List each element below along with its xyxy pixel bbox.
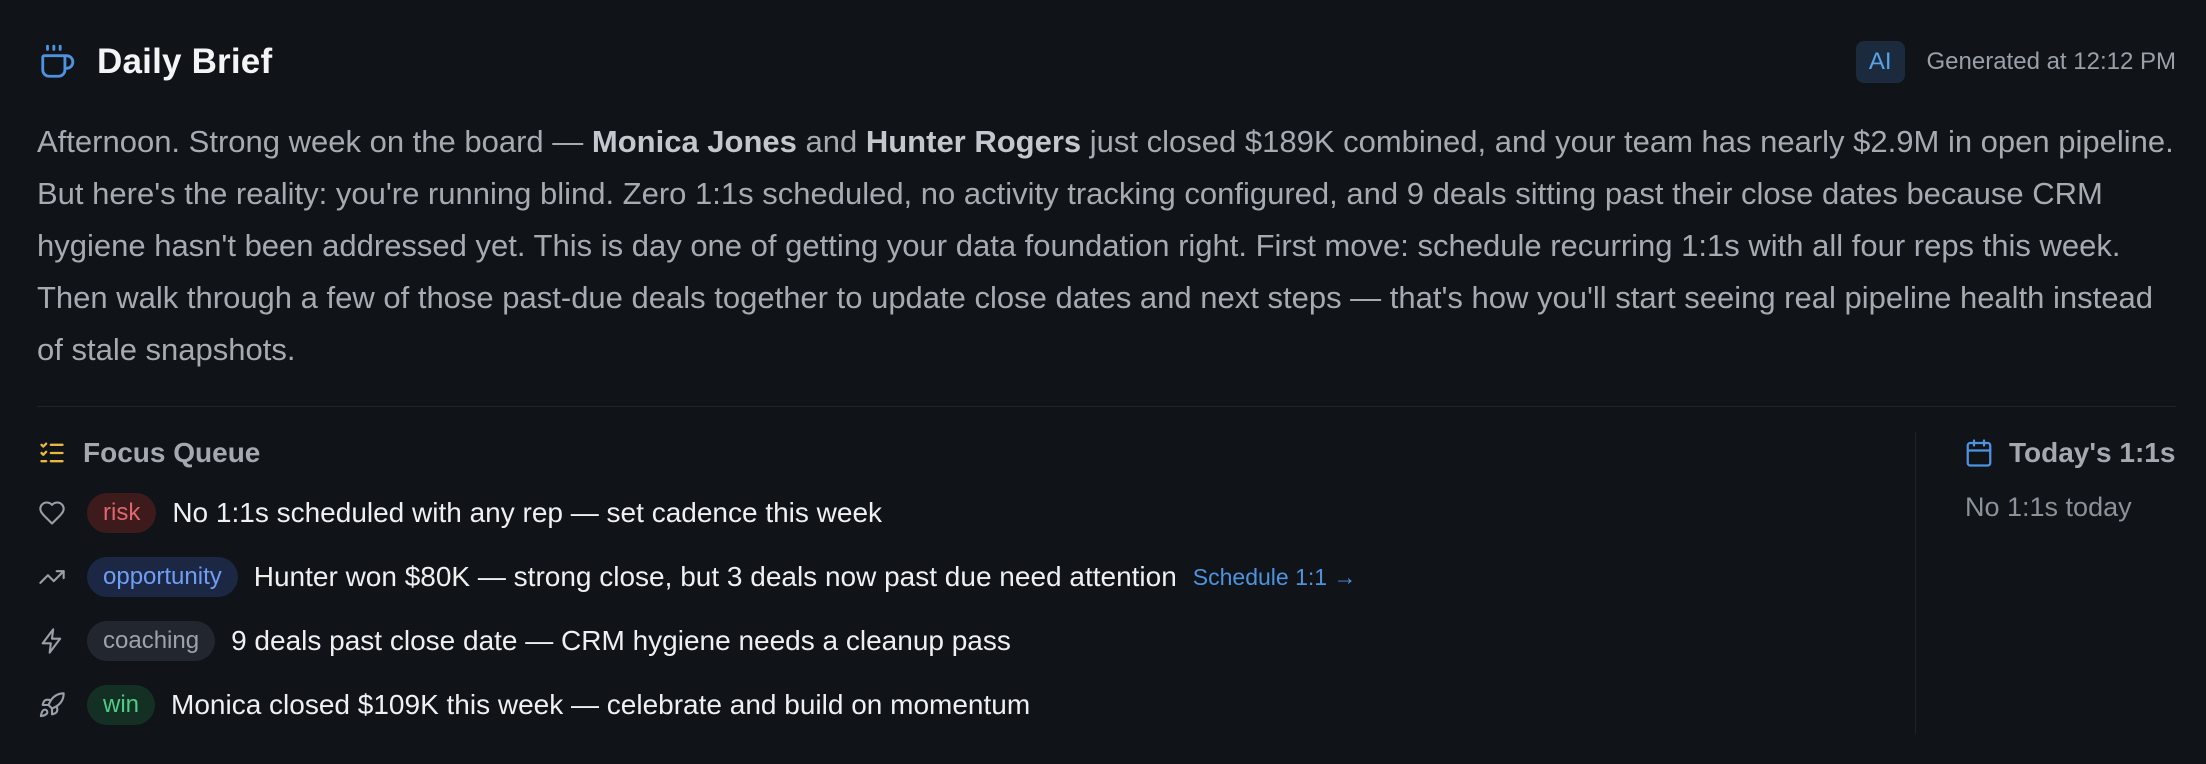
trending-up-icon: [37, 562, 67, 592]
summary-text: Afternoon. Strong week on the board —: [37, 124, 592, 159]
rep-name-monica: Monica Jones: [591, 124, 797, 159]
ai-badge: AI: [1855, 41, 1905, 83]
focus-queue-title: Focus Queue: [83, 437, 261, 468]
focus-queue-header: Focus Queue: [37, 432, 260, 474]
header-meta: AI Generated at 12:12 PM: [1855, 41, 2177, 83]
win-badge: win: [87, 685, 156, 725]
checklist-icon: [37, 438, 67, 468]
opportunity-badge: opportunity: [87, 557, 238, 597]
focus-item-text: Hunter won $80K — strong close, but 3 de…: [253, 561, 1177, 592]
brief-summary: Afternoon. Strong week on the board — Mo…: [37, 116, 2187, 376]
focus-item[interactable]: coaching 9 deals past close date — CRM h…: [37, 618, 1011, 664]
column-divider: [1915, 432, 1916, 734]
focus-item[interactable]: opportunity Hunter won $80K — strong clo…: [37, 554, 1356, 600]
page-title: Daily Brief: [97, 42, 273, 81]
rep-name-hunter: Hunter Rogers: [865, 124, 1082, 159]
generated-timestamp: Generated at 12:12 PM: [1926, 48, 2177, 75]
todays-ones-title: Today's 1:1s: [2009, 437, 2176, 468]
coffee-cup-icon: [37, 42, 77, 82]
coaching-badge: coaching: [87, 621, 216, 661]
summary-text: just closed $189K combined, and your tea…: [37, 124, 2174, 367]
section-divider: [37, 406, 2176, 407]
brief-header: Daily Brief AI Generated at 12:12 PM: [37, 38, 2176, 86]
focus-item-text: Monica closed $109K this week — celebrat…: [171, 689, 1031, 720]
todays-ones-header: Today's 1:1s: [1964, 432, 2175, 474]
lightning-icon: [37, 626, 67, 656]
focus-item-text: No 1:1s scheduled with any rep — set cad…: [172, 497, 883, 528]
schedule-one-on-one-link[interactable]: Schedule 1:1 →: [1193, 564, 1357, 591]
focus-item[interactable]: win Monica closed $109K this week — cele…: [37, 682, 1030, 728]
summary-text: and: [796, 124, 866, 159]
focus-item[interactable]: risk No 1:1s scheduled with any rep — se…: [37, 490, 882, 536]
rocket-icon: [37, 690, 67, 720]
focus-item-text: 9 deals past close date — CRM hygiene ne…: [231, 625, 1011, 656]
empty-state-text: No 1:1s today: [1965, 492, 2132, 522]
calendar-icon: [1964, 438, 1994, 468]
heart-icon: [37, 498, 67, 528]
risk-badge: risk: [87, 493, 157, 533]
